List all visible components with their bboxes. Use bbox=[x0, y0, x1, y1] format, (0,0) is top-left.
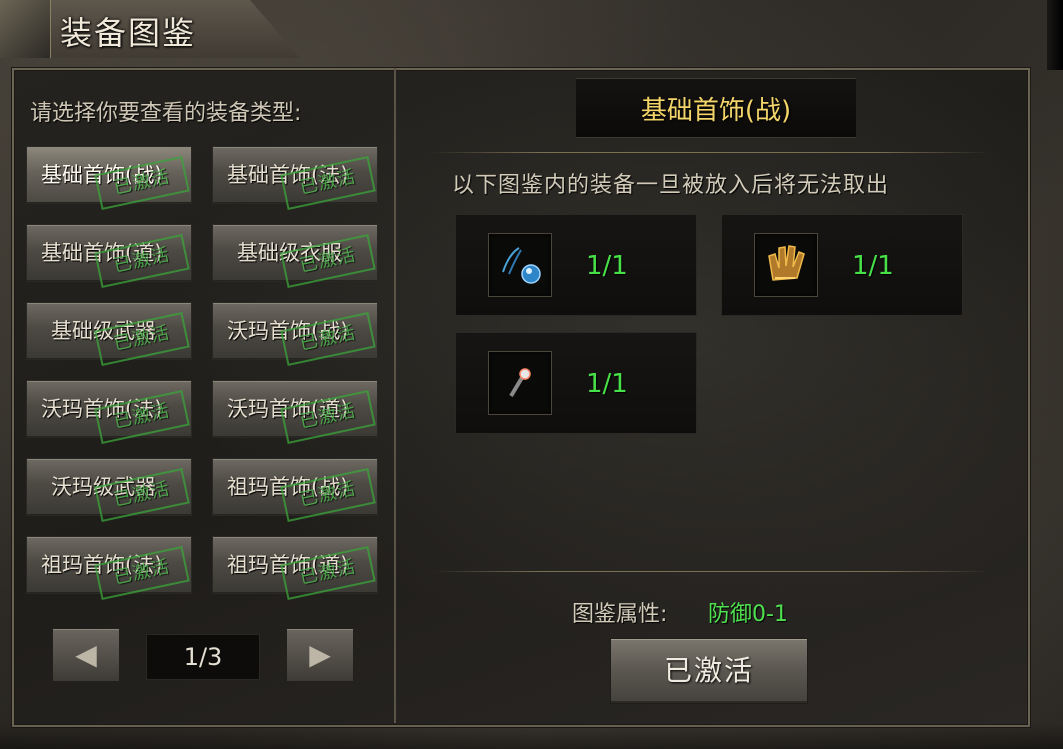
item-count: 1/1 bbox=[586, 369, 628, 399]
item-card[interactable]: 1/1 bbox=[455, 332, 697, 434]
category-prompt: 请选择你要查看的装备类型: bbox=[30, 101, 302, 126]
dragon-ornament-icon bbox=[0, 0, 51, 58]
category-button[interactable]: 沃玛首饰(战) 已激活 bbox=[212, 302, 378, 366]
category-button[interactable]: 祖玛首饰(道) 已激活 bbox=[212, 536, 378, 600]
set-title: 基础首饰(战) bbox=[640, 96, 792, 126]
codex-attribute-value: 防御0-1 bbox=[708, 602, 788, 627]
item-count: 1/1 bbox=[586, 251, 628, 281]
category-button[interactable]: 基础首饰(战) 已激活 bbox=[26, 146, 192, 210]
prev-page-button[interactable]: ◀ bbox=[52, 628, 120, 682]
category-button[interactable]: 沃玛级武器 已激活 bbox=[26, 458, 192, 522]
necklace-icon bbox=[502, 247, 541, 284]
next-page-button[interactable]: ▶ bbox=[286, 628, 354, 682]
page-indicator: 1/3 bbox=[146, 634, 260, 680]
item-slot[interactable] bbox=[488, 351, 552, 415]
category-button[interactable]: 沃玛首饰(法) 已激活 bbox=[26, 380, 192, 444]
category-button[interactable]: 基础首饰(道) 已激活 bbox=[26, 224, 192, 288]
item-card[interactable]: 1/1 bbox=[455, 214, 697, 316]
panel-divider bbox=[394, 68, 396, 723]
arrow-right-icon: ▶ bbox=[309, 638, 331, 671]
item-slot[interactable] bbox=[754, 233, 818, 297]
item-slot[interactable] bbox=[488, 233, 552, 297]
category-button[interactable]: 基础级衣服 已激活 bbox=[212, 224, 378, 288]
ring-icon bbox=[509, 368, 531, 398]
notice-text: 以下图鉴内的装备一旦被放入后将无法取出 bbox=[452, 173, 890, 198]
window-title: 装备图鉴 bbox=[60, 14, 197, 52]
divider-line bbox=[430, 152, 990, 153]
close-button[interactable] bbox=[1047, 0, 1063, 70]
category-button[interactable]: 祖玛首饰(战) 已激活 bbox=[212, 458, 378, 522]
bottom-shade bbox=[0, 723, 1063, 749]
category-button[interactable]: 沃玛首饰(道) 已激活 bbox=[212, 380, 378, 444]
codex-attribute-label: 图鉴属性: bbox=[572, 602, 668, 627]
divider-line bbox=[430, 571, 990, 572]
category-button[interactable]: 基础首饰(法) 已激活 bbox=[212, 146, 378, 210]
item-count: 1/1 bbox=[852, 251, 894, 281]
glove-icon bbox=[768, 245, 805, 281]
item-card[interactable]: 1/1 bbox=[721, 214, 963, 316]
category-button[interactable]: 基础级武器 已激活 bbox=[26, 302, 192, 366]
arrow-left-icon: ◀ bbox=[75, 638, 97, 671]
activate-button[interactable]: 已激活 bbox=[610, 638, 808, 704]
category-button[interactable]: 祖玛首饰(法) 已激活 bbox=[26, 536, 192, 600]
